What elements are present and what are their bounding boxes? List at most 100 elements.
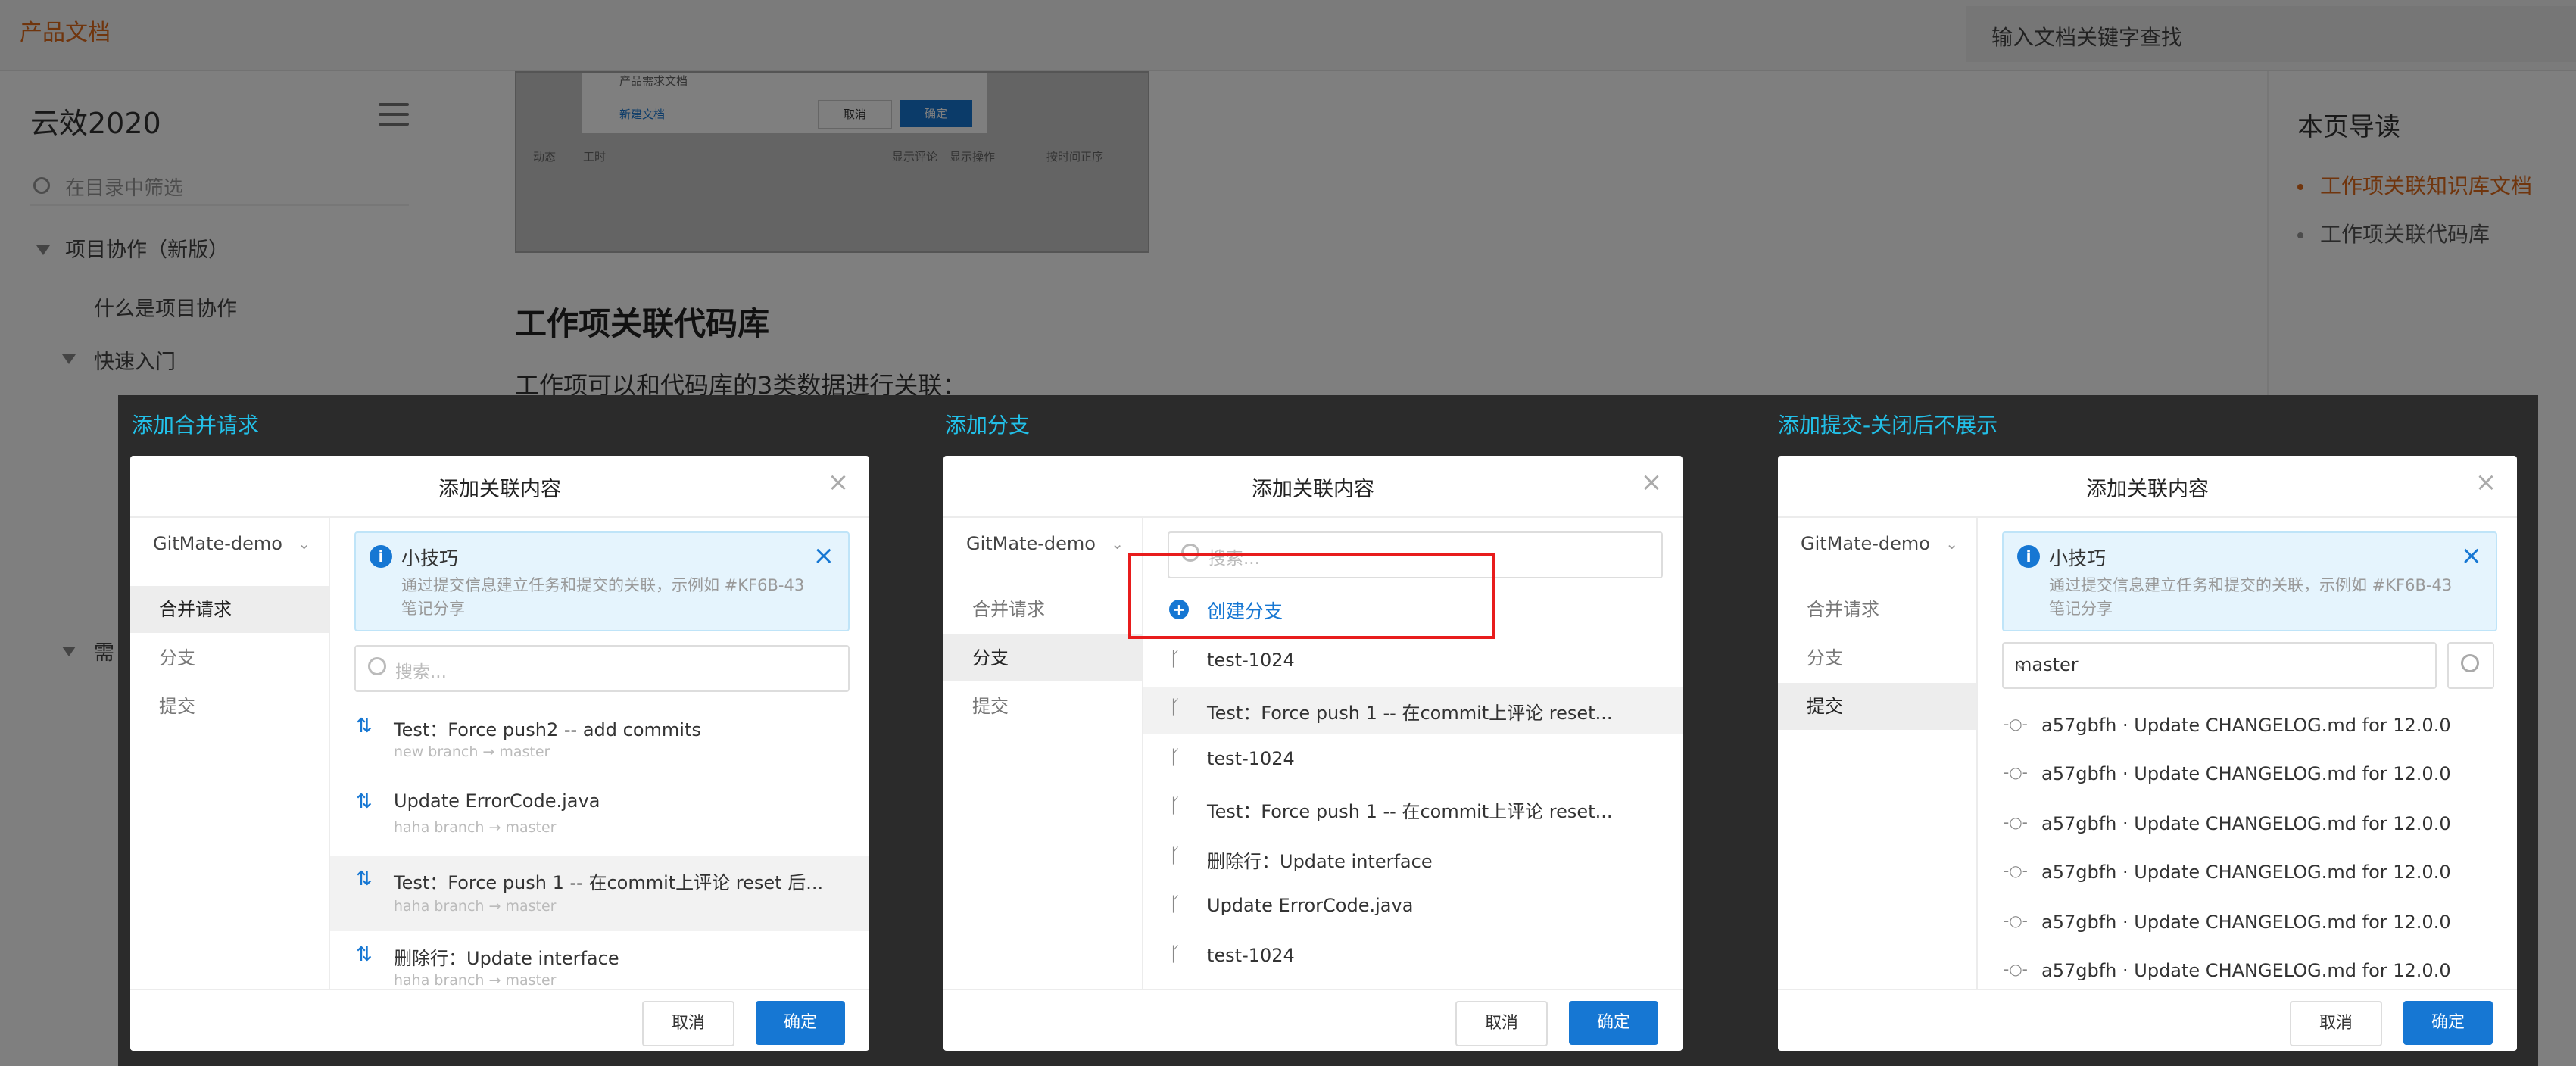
illustration-panel: 添加合并请求 添加分支 添加提交-关闭后不展示 添加关联内容 × GitMate…	[118, 395, 2538, 1066]
merge-request-icon: ⇅	[356, 868, 373, 890]
branch-icon: ᚴ	[1169, 893, 1181, 916]
nav-branch[interactable]: 分支	[130, 634, 329, 681]
dialog-header: 添加关联内容 ×	[1778, 456, 2517, 518]
dialog-footer: 取消 确定	[943, 989, 1683, 1051]
section-label-merge: 添加合并请求	[132, 413, 260, 438]
branch-icon: ᚴ	[1169, 648, 1181, 671]
nav-commit[interactable]: 提交	[1778, 683, 1976, 730]
merge-request-icon: ⇅	[356, 790, 373, 813]
tip-close-icon[interactable]: ×	[813, 541, 835, 571]
item-title: a57gbfh · Update CHANGELOG.md for 12.0.0	[2041, 912, 2451, 933]
item-title: a57gbfh · Update CHANGELOG.md for 12.0.0	[2041, 960, 2451, 981]
dialog-title: 添加关联内容	[1252, 478, 1374, 501]
item-title: test-1024	[1207, 945, 1295, 966]
list-item[interactable]: -○- a57gbfh · Update CHANGELOG.md for 12…	[1978, 753, 2517, 800]
dialog-body: i 小技巧 通过提交信息建立任务和提交的关联，示例如 #KF6B-43 笔记分享…	[1978, 518, 2517, 989]
chevron-down-icon: ⌄	[298, 535, 310, 553]
item-title: 删除行：Update interface	[1207, 851, 1433, 872]
list-item[interactable]: ⇅ Update ErrorCode.java haha branch → ma…	[330, 780, 869, 852]
link-dialog-merge: 添加关联内容 × GitMate-demo ⌄ 合并请求 分支 提交 i 小技巧…	[130, 456, 869, 1051]
tip-body: 通过提交信息建立任务和提交的关联，示例如 #KF6B-43 笔记分享	[2049, 576, 2453, 618]
list-item[interactable]: ᚴ Test：Force push 1 -- 在commit上评论 reset.…	[1143, 786, 1683, 833]
commit-icon: -○-	[2004, 912, 2028, 930]
item-title: Test：Force push2 -- add commits	[394, 719, 701, 740]
list-item[interactable]: -○- a57gbfh · Update CHANGELOG.md for 12…	[1978, 803, 2517, 849]
cancel-button[interactable]: 取消	[642, 1001, 734, 1046]
nav-merge-request[interactable]: 合并请求	[943, 586, 1142, 633]
dialog-footer: 取消 确定	[130, 989, 869, 1051]
list-item[interactable]: ᚴ test-1024	[1143, 639, 1683, 686]
item-subtitle: haha branch → master	[394, 898, 557, 915]
nav-merge-request[interactable]: 合并请求	[1778, 586, 1976, 633]
item-subtitle: haha branch → master	[394, 972, 557, 989]
search-icon	[368, 657, 386, 675]
dialog-header: 添加关联内容 ×	[130, 456, 869, 518]
list-item[interactable]: -○- a57gbfh · Update CHANGELOG.md for 12…	[1978, 901, 2517, 948]
list-item[interactable]: ⇅ Test：Force push 1 -- 在commit上评论 reset …	[330, 856, 869, 931]
nav-merge-request[interactable]: 合并请求	[130, 586, 329, 633]
list-item[interactable]: ᚴ test-1024	[1143, 737, 1683, 784]
list-item[interactable]: ⇅ 删除行：Update interface haha branch → mas…	[330, 933, 869, 989]
commit-icon: -○-	[2004, 960, 2028, 978]
commit-icon: -○-	[2004, 813, 2028, 831]
item-title: test-1024	[1207, 650, 1295, 671]
list-item[interactable]: ᚴ test-1024	[1143, 934, 1683, 981]
item-title: a57gbfh · Update CHANGELOG.md for 12.0.0	[2041, 715, 2451, 736]
item-title: Test：Force push 1 -- 在commit上评论 reset 后.…	[394, 872, 824, 893]
item-subtitle: new branch → master	[394, 743, 550, 760]
chevron-down-icon: ⌄	[1945, 535, 1958, 553]
item-title: a57gbfh · Update CHANGELOG.md for 12.0.0	[2041, 813, 2451, 834]
search-placeholder: 搜索...	[395, 662, 447, 682]
list-item[interactable]: ⇅ Test：Force push2 -- add commits new br…	[330, 704, 869, 777]
info-icon: i	[370, 545, 392, 568]
ok-button[interactable]: 确定	[2403, 1001, 2493, 1045]
nav-branch[interactable]: 分支	[1778, 634, 1976, 681]
dialog-title: 添加关联内容	[2086, 478, 2209, 501]
chevron-down-icon: ⌄	[2014, 654, 2029, 673]
ok-button[interactable]: 确定	[1569, 1001, 1658, 1045]
merge-request-icon: ⇅	[356, 715, 373, 737]
close-icon[interactable]: ×	[827, 469, 850, 495]
nav-commit[interactable]: 提交	[943, 683, 1142, 730]
search-button[interactable]	[2447, 642, 2494, 689]
list-item[interactable]: -○- a57gbfh · Update CHANGELOG.md for 12…	[1978, 851, 2517, 898]
dialog-title: 添加关联内容	[438, 478, 561, 501]
item-title: Update ErrorCode.java	[394, 790, 600, 812]
dialog-nav: GitMate-demo ⌄ 合并请求 分支 提交	[943, 518, 1143, 989]
repo-select[interactable]: GitMate-demo	[153, 533, 282, 554]
tip-close-icon[interactable]: ×	[2461, 541, 2483, 571]
merge-request-icon: ⇅	[356, 943, 373, 966]
ok-button[interactable]: 确定	[756, 1001, 845, 1045]
branch-icon: ᚴ	[1169, 747, 1181, 769]
list-item[interactable]: ᚴ 删除行：Update interface	[1143, 836, 1683, 883]
close-icon[interactable]: ×	[1640, 469, 1663, 495]
commit-icon: -○-	[2004, 715, 2028, 733]
item-title: Test：Force push 1 -- 在commit上评论 reset...	[1207, 801, 1613, 822]
item-title: a57gbfh · Update CHANGELOG.md for 12.0.0	[2041, 862, 2451, 883]
tip-title: 小技巧	[2049, 547, 2107, 569]
nav-branch[interactable]: 分支	[943, 634, 1142, 681]
chevron-down-icon: ⌄	[1111, 535, 1124, 553]
item-title: Test：Force push 1 -- 在commit上评论 reset...	[1207, 703, 1613, 724]
cancel-button[interactable]: 取消	[2290, 1001, 2382, 1046]
tip-banner: i 小技巧 通过提交信息建立任务和提交的关联，示例如 #KF6B-43 笔记分享…	[354, 531, 850, 631]
repo-select[interactable]: GitMate-demo	[966, 533, 1096, 554]
branch-icon: ᚴ	[1169, 845, 1181, 868]
list-item[interactable]: ᚴ Update ErrorCode.java	[1143, 884, 1683, 931]
item-subtitle: haha branch → master	[394, 819, 557, 836]
branch-select[interactable]: master ⌄	[2002, 642, 2437, 689]
dialog-header: 添加关联内容 ×	[943, 456, 1683, 518]
cancel-button[interactable]: 取消	[1455, 1001, 1548, 1046]
item-title: 删除行：Update interface	[394, 948, 619, 969]
list-item[interactable]: ᚴ Test：Force push 1 -- 在commit上评论 reset.…	[1143, 687, 1683, 734]
search-input[interactable]: 搜索...	[354, 645, 850, 692]
nav-commit[interactable]: 提交	[130, 683, 329, 730]
list-item[interactable]: -○- a57gbfh · Update CHANGELOG.md for 12…	[1978, 704, 2517, 751]
list-item[interactable]: -○- a57gbfh · Update CHANGELOG.md for 12…	[1978, 949, 2517, 989]
highlight-box	[1128, 553, 1495, 639]
repo-select[interactable]: GitMate-demo	[1801, 533, 1930, 554]
item-title: Update ErrorCode.java	[1207, 895, 1414, 916]
close-icon[interactable]: ×	[2475, 469, 2497, 495]
item-title: test-1024	[1207, 748, 1295, 769]
link-dialog-commit: 添加关联内容 × GitMate-demo ⌄ 合并请求 分支 提交 i 小技巧…	[1778, 456, 2517, 1051]
